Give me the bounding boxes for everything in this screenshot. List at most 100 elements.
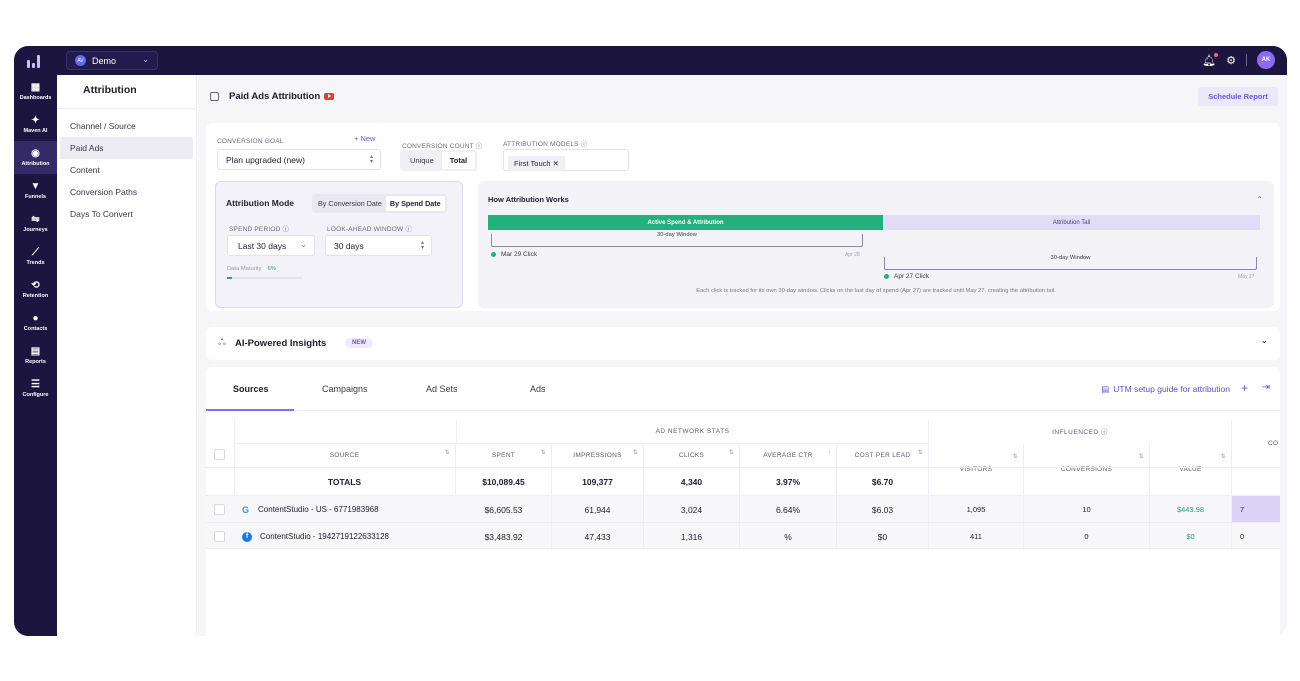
col-average-ctr[interactable]: AVERAGE CTR ↓ — [740, 443, 837, 467]
reports-icon: ▤ — [30, 345, 41, 357]
nav-item-journeys[interactable]: ⇋ Journeys — [14, 207, 57, 240]
subnav-item-content[interactable]: Content — [60, 159, 193, 181]
conversion-goal-select[interactable]: Plan upgraded (new) ▴ ▾ — [217, 149, 381, 170]
row-value: $443.98 — [1150, 496, 1232, 523]
youtube-icon — [324, 92, 335, 100]
tab-ad-sets[interactable]: Ad Sets — [426, 384, 458, 394]
totals-ctr: 3.97% — [740, 468, 837, 496]
funnels-icon: ▼ — [30, 180, 41, 192]
row-visitors: 411 — [929, 523, 1024, 550]
row-visitors: 1,095 — [929, 496, 1024, 523]
by-conversion-date-option[interactable]: By Conversion Date — [314, 196, 386, 211]
notification-dot — [1214, 52, 1219, 57]
col-source[interactable]: SOURCE ⇅ — [234, 443, 456, 467]
row-impressions: 61,944 — [552, 496, 644, 523]
by-spend-date-option[interactable]: By Spend Date — [385, 196, 445, 211]
new-goal-link[interactable]: + New — [354, 134, 375, 143]
col-impressions[interactable]: IMPRESSIONS ⇅ — [552, 443, 644, 467]
nav-item-label: Reports — [25, 358, 46, 365]
nav-item-funnels[interactable]: ▼ Funnels — [14, 174, 57, 207]
sort-icon[interactable]: ⇅ — [633, 449, 638, 456]
totals-label: TOTALS — [234, 468, 456, 496]
add-icon[interactable]: + — [1241, 381, 1248, 395]
nav-item-label: Configure — [22, 391, 49, 398]
sort-icon[interactable]: ⇅ — [1139, 453, 1144, 460]
col-clicks[interactable]: CLICKS ⇅ — [644, 443, 740, 467]
subnav-item-days-to-convert[interactable]: Days To Convert — [60, 203, 193, 225]
subnav-item-conversion-paths[interactable]: Conversion Paths — [60, 181, 193, 203]
totals-row: TOTALS $10,089.45 109,377 4,340 3.97% $6… — [206, 467, 1280, 496]
window-end-2: May 27 — [1238, 274, 1255, 280]
user-avatar[interactable]: AK — [1257, 51, 1275, 69]
workspace-selector[interactable]: AV Demo ⌄ — [66, 51, 158, 70]
spend-period-select[interactable]: Last 30 days ⌄ — [227, 235, 315, 256]
table-row[interactable]: G ContentStudio - US - 6771983968 $6,605.… — [206, 495, 1280, 523]
top-bar-actions: 🔔︎ ⚙ AK — [1202, 51, 1275, 69]
count-unique-option[interactable]: Unique — [402, 152, 442, 169]
retention-icon: ⟲ — [31, 279, 40, 291]
table-row[interactable]: f ContentStudio - 1942719122633128 $3,483… — [206, 522, 1280, 550]
nav-item-trends[interactable]: ⟋ Trends — [14, 240, 57, 273]
tab-sources[interactable]: Sources — [233, 384, 269, 394]
subnav-item-paid-ads[interactable]: Paid Ads — [60, 137, 193, 159]
app-logo-icon[interactable] — [27, 53, 43, 68]
sort-icon[interactable]: ⇅ — [445, 449, 450, 456]
col-cost-per-lead[interactable]: COST PER LEAD ⇅ — [837, 443, 929, 467]
chevron-down-icon[interactable]: ⌄ — [1260, 335, 1268, 346]
nav-item-reports[interactable]: ▤ Reports — [14, 339, 57, 372]
totals-impressions: 109,377 — [552, 468, 644, 496]
schedule-report-button[interactable]: Schedule Report — [1198, 87, 1278, 106]
utm-guide-link[interactable]: ▤ UTM setup guide for attribution — [1101, 384, 1230, 395]
nav-item-dashboards[interactable]: ▦ Dashboards — [14, 75, 57, 108]
nav-item-configure[interactable]: ☰ Configure — [14, 372, 57, 405]
collapse-icon[interactable]: ⌃ — [1256, 195, 1263, 204]
sort-icon[interactable]: ⇅ — [918, 449, 923, 456]
nav-item-maven-ai[interactable]: ✦ Maven AI — [14, 108, 57, 141]
row-checkbox[interactable] — [214, 504, 225, 515]
nav-item-attribution[interactable]: ◉ Attribution — [14, 141, 57, 174]
col-spent[interactable]: SPENT ⇅ — [456, 443, 552, 467]
attribution-mode-title: Attribution Mode — [226, 198, 294, 208]
col-clicks-label: CLICKS — [678, 451, 705, 459]
active-tab-indicator — [206, 409, 294, 411]
how-title: How Attribution Works — [488, 195, 569, 204]
gear-icon[interactable]: ⚙ — [1226, 54, 1236, 67]
col-co[interactable]: CO — [1232, 419, 1280, 467]
row-value: $0 — [1150, 523, 1232, 550]
tab-bar: Sources Campaigns Ad Sets Ads ▤ UTM setup… — [206, 367, 1280, 411]
model-chip-first-touch[interactable]: First Touch ✕ — [508, 156, 565, 171]
nav-item-contacts[interactable]: ● Contacts — [14, 306, 57, 339]
facebook-icon: f — [242, 531, 252, 542]
tab-ads[interactable]: Ads — [530, 384, 546, 394]
ai-insights-bar[interactable]: ஃ AI-Powered Insights NEW ⌄ — [206, 327, 1280, 360]
subnav-title: Attribution — [57, 75, 196, 109]
row-checkbox[interactable] — [214, 531, 225, 542]
bell-icon[interactable]: 🔔︎ — [1202, 52, 1219, 67]
data-maturity-fill — [227, 277, 232, 279]
col-cpl-label: COST PER LEAD — [854, 451, 911, 459]
col-spent-label: SPENT — [491, 451, 516, 459]
attribution-models-input[interactable]: First Touch ✕ — [503, 149, 629, 171]
conversion-count-label: CONVERSION COUNT ⓘ — [402, 143, 483, 150]
sidebar-toggle-icon[interactable] — [210, 92, 219, 101]
data-maturity-value: 6% — [267, 266, 276, 272]
sort-icon[interactable]: ⇅ — [729, 449, 734, 456]
export-icon[interactable]: ⇥ — [1262, 382, 1270, 393]
sort-icon[interactable]: ⇅ — [1221, 453, 1226, 460]
row-clicks: 1,316 — [644, 523, 740, 550]
nav-item-label: Retention — [22, 292, 49, 299]
look-ahead-select[interactable]: 30 days ▴ ▾ — [325, 235, 432, 256]
row-co: 7 — [1232, 496, 1280, 523]
subnav-item-channel-source[interactable]: Channel / Source — [60, 115, 193, 137]
data-maturity-bar — [227, 277, 302, 279]
nav-item-retention[interactable]: ⟲ Retention — [14, 273, 57, 306]
select-all-checkbox[interactable] — [214, 449, 225, 460]
sort-icon[interactable]: ⇅ — [541, 449, 546, 456]
attribution-mode-toggle: By Conversion Date By Spend Date — [312, 194, 447, 213]
sort-icon[interactable]: ⇅ — [1013, 453, 1018, 460]
totals-cpl: $6.70 — [837, 468, 929, 496]
count-total-option[interactable]: Total — [441, 152, 476, 169]
sort-desc-icon[interactable]: ↓ — [828, 449, 831, 455]
spend-period-label: SPEND PERIOD ⓘ — [229, 226, 290, 233]
tab-campaigns[interactable]: Campaigns — [322, 384, 368, 394]
